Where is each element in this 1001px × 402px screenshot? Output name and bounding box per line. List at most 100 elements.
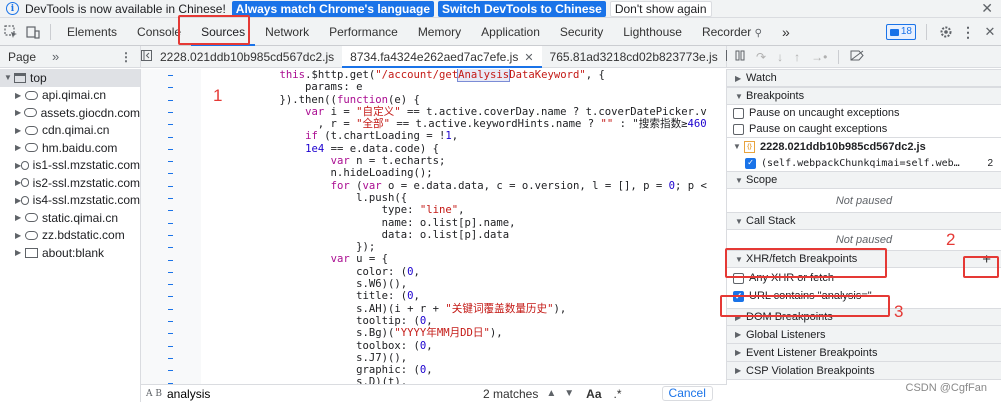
section-call-stack[interactable]: ▼ Call Stack	[727, 212, 1001, 230]
line-gutter[interactable]	[141, 69, 201, 384]
section-breakpoints[interactable]: ▼ Breakpoints	[727, 87, 1001, 105]
recorder-icon: ⚲	[754, 27, 762, 39]
code-line[interactable]: for (var o = e.data.data, c = o.version,…	[203, 180, 707, 192]
tab-lighthouse[interactable]: Lighthouse	[613, 18, 692, 46]
cancel-search-button[interactable]: Cancel	[661, 386, 713, 401]
toggle-navigator-icon[interactable]	[141, 49, 152, 64]
find-replace-icon[interactable]: A B	[141, 389, 167, 399]
code-line[interactable]: name: o.list[p].name,	[203, 217, 707, 229]
tree-item-top[interactable]: ▼ top	[0, 69, 140, 87]
tab-recorder[interactable]: Recorder ⚲	[692, 18, 772, 46]
pause-icon[interactable]	[735, 50, 745, 64]
code-line[interactable]: s.J7)(),	[203, 352, 707, 364]
tree-item-label: api.qimai.cn	[42, 88, 107, 103]
always-match-language-button[interactable]: Always match Chrome's language	[231, 0, 435, 17]
code-editor[interactable]: this.$http.get("/account/getAnalysisData…	[141, 69, 727, 384]
previous-match-icon[interactable]: ▲	[546, 388, 556, 399]
code-line[interactable]: var i = "自定义" == t.active.coverDay.name …	[203, 106, 707, 118]
section-global-title: Global Listeners	[746, 328, 826, 341]
code-line[interactable]: toolbox: (0,	[203, 340, 707, 352]
pause-uncaught-row[interactable]: Pause on uncaught exceptions	[727, 105, 1001, 121]
code-content[interactable]: this.$http.get("/account/getAnalysisData…	[203, 69, 707, 384]
pause-caught-row[interactable]: Pause on caught exceptions	[727, 121, 1001, 137]
code-line[interactable]: graphic: (0,	[203, 364, 707, 376]
section-csp-breakpoints[interactable]: ▶ CSP Violation Breakpoints	[727, 362, 1001, 380]
editor-tab-8734[interactable]: 8734.fa4324e262aed7ac7efe.js ✕	[342, 45, 542, 68]
expand-down-icon: ▼	[735, 175, 743, 185]
code-line[interactable]: var n = t.echarts;	[203, 155, 707, 167]
step-over-icon[interactable]: ↷	[756, 50, 766, 64]
tree-item[interactable]: ▶ assets.giocdn.com	[0, 104, 140, 122]
section-event-listener-breakpoints[interactable]: ▶ Event Listener Breakpoints	[727, 344, 1001, 362]
tab-memory[interactable]: Memory	[408, 18, 471, 46]
breakpoint-entry-row[interactable]: ✓ (self.webpackChunkqimai=self.web… 2	[727, 155, 1001, 171]
tab-security[interactable]: Security	[550, 18, 613, 46]
tab-performance[interactable]: Performance	[319, 18, 408, 46]
match-case-button[interactable]: Aa	[586, 387, 601, 401]
code-line[interactable]: s.W6)(),	[203, 278, 707, 290]
code-line[interactable]: title: (0,	[203, 290, 707, 302]
tree-item[interactable]: ▶ cdn.qimai.cn	[0, 122, 140, 140]
navigator-menu-icon[interactable]: ⋮	[120, 50, 132, 64]
code-line[interactable]: n.hideLoading();	[203, 167, 707, 179]
code-line[interactable]: });	[203, 241, 707, 253]
tree-item[interactable]: ▶ api.qimai.cn	[0, 87, 140, 105]
step-out-icon[interactable]: ↑	[794, 50, 800, 64]
code-line[interactable]: s.AH)(i + r + "关键词覆盖数量历史"),	[203, 303, 707, 315]
tab-network[interactable]: Network	[255, 18, 319, 46]
kebab-menu-icon[interactable]: ⋮	[957, 21, 979, 43]
step-into-icon[interactable]: ↓	[777, 50, 783, 64]
code-line[interactable]: type: "line",	[203, 204, 707, 216]
tree-item[interactable]: ▶ is2-ssl.mzstatic.com	[0, 174, 140, 192]
editor-tab-765[interactable]: 765.81ad3218cd02b823773e.js	[542, 46, 726, 68]
section-watch[interactable]: ▶ Watch	[727, 69, 1001, 87]
code-line[interactable]: var u = {	[203, 253, 707, 265]
issues-badge[interactable]: 18	[885, 24, 916, 40]
device-toolbar-icon[interactable]	[22, 21, 44, 43]
navigator-more-button[interactable]: »	[44, 46, 67, 68]
deactivate-breakpoints-icon[interactable]	[850, 50, 864, 64]
section-call-stack-title: Call Stack	[746, 215, 796, 227]
editor-tab-2228[interactable]: 2228.021ddb10b985cd567dc2.js	[152, 46, 342, 68]
switch-to-chinese-button[interactable]: Switch DevTools to Chinese	[438, 0, 606, 17]
code-line[interactable]: l.push({	[203, 192, 707, 204]
section-global-listeners[interactable]: ▶ Global Listeners	[727, 326, 1001, 344]
tree-item[interactable]: ▶ zz.bdstatic.com	[0, 227, 140, 245]
code-line[interactable]: data: o.list[p].data	[203, 229, 707, 241]
code-line[interactable]: }).then((function(e) {	[203, 94, 707, 106]
search-input[interactable]	[167, 386, 457, 401]
more-tabs-button[interactable]: »	[772, 18, 800, 46]
navigator-tab-page[interactable]: Page	[0, 46, 44, 68]
code-line[interactable]: params: e	[203, 81, 707, 93]
code-line[interactable]: color: (0,	[203, 266, 707, 278]
pause-caught-checkbox[interactable]	[733, 123, 744, 135]
code-line[interactable]: if (t.chartLoading = !1,	[203, 130, 707, 142]
tab-application[interactable]: Application	[471, 18, 550, 46]
code-line[interactable]: , r = "全部" == t.active.keywordHints.name…	[203, 118, 707, 130]
code-line[interactable]: s.D)(t),	[203, 376, 707, 384]
tree-item[interactable]: ▶ is1-ssl.mzstatic.com	[0, 157, 140, 175]
code-line[interactable]: 1e4 == e.data.code) {	[203, 143, 707, 155]
close-icon[interactable]: ✕	[981, 0, 993, 17]
tree-item[interactable]: ▶ about:blank	[0, 244, 140, 262]
tree-item[interactable]: ▶ hm.baidu.com	[0, 139, 140, 157]
regex-button[interactable]: .*	[614, 387, 622, 401]
dont-show-again-button[interactable]: Don't show again	[609, 0, 712, 17]
breakpoint-file-row[interactable]: ▼{} 2228.021ddb10b985cd567dc2.js	[727, 137, 1001, 155]
breakpoint-checkbox[interactable]: ✓	[745, 157, 756, 169]
close-devtools-icon[interactable]: ✕	[979, 21, 1001, 43]
step-icon[interactable]: →•	[811, 50, 827, 64]
tree-item[interactable]: ▶ is4-ssl.mzstatic.com	[0, 192, 140, 210]
section-scope[interactable]: ▼ Scope	[727, 171, 1001, 189]
code-line[interactable]: tooltip: (0,	[203, 315, 707, 327]
code-line[interactable]: this.$http.get("/account/getAnalysisData…	[203, 69, 707, 82]
close-tab-icon[interactable]: ✕	[524, 52, 533, 64]
tab-elements[interactable]: Elements	[57, 18, 127, 46]
pause-uncaught-checkbox[interactable]	[733, 107, 744, 119]
tree-item[interactable]: ▶ static.qimai.cn	[0, 209, 140, 227]
line-marker	[168, 148, 173, 150]
settings-gear-icon[interactable]	[935, 21, 957, 43]
code-line[interactable]: s.Bg)("YYYY年MM月DD日"),	[203, 327, 707, 339]
inspect-element-icon[interactable]	[0, 21, 22, 43]
next-match-icon[interactable]: ▼	[564, 388, 574, 399]
